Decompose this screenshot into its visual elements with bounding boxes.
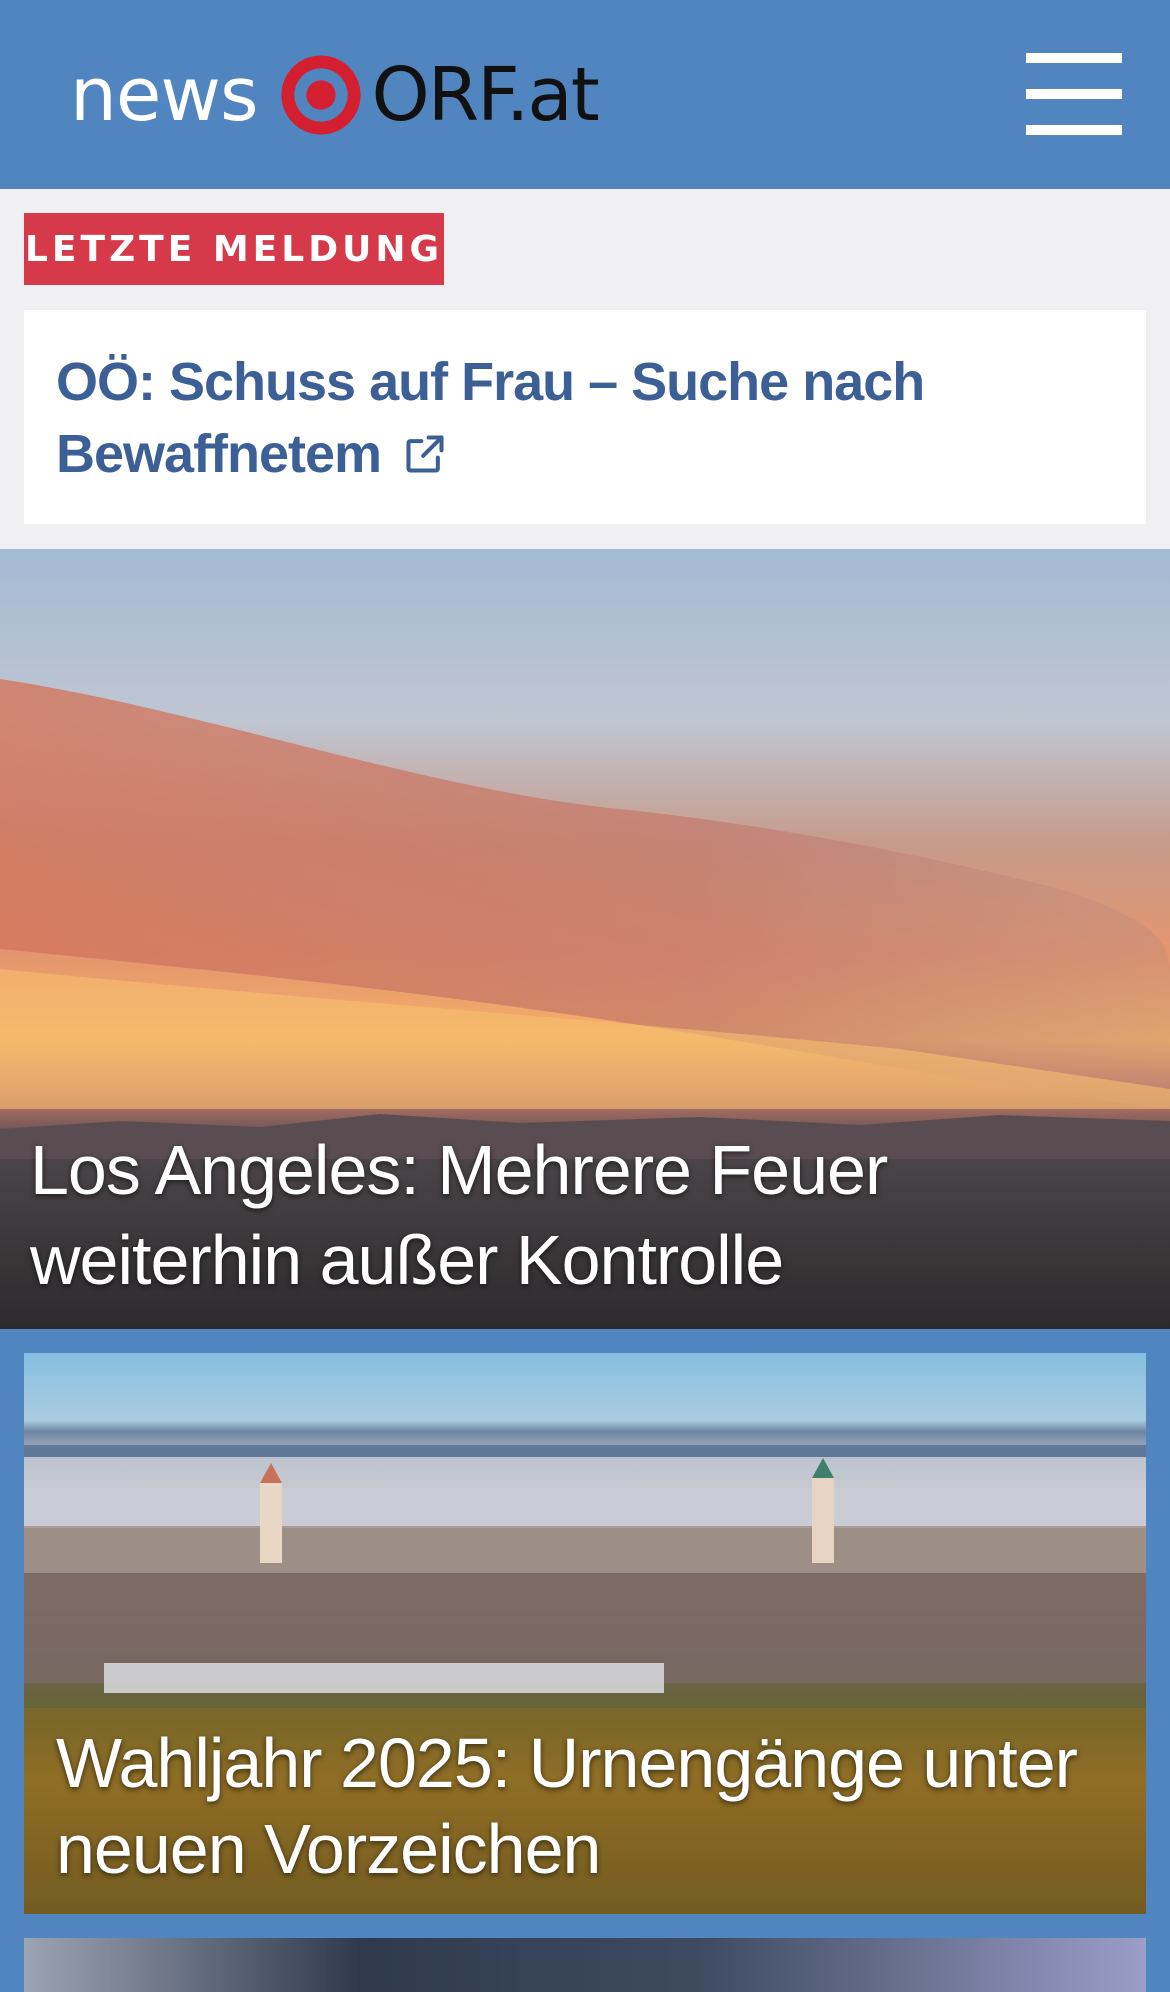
lead-story-title: Los Angeles: Mehrere Feuer weiterhin auß… — [30, 1131, 888, 1299]
menu-bar-bottom — [1026, 125, 1122, 135]
orf-target-icon — [280, 55, 361, 135]
logo-news-text: news — [70, 52, 259, 138]
story-card[interactable]: Wahljahr 2025: Urnengänge unter neuen Vo… — [24, 1353, 1146, 1914]
lead-story[interactable]: Los Angeles: Mehrere Feuer weiterhin auß… — [0, 549, 1170, 1329]
news-orf-logo[interactable]: news ORF.at — [70, 50, 600, 140]
latest-news-badge: LETZTE MELDUNG — [24, 213, 444, 285]
story-card-partial[interactable] — [24, 1938, 1146, 1992]
latest-news-headline: OÖ: Schuss auf Frau – Suche nach Bewaffn… — [56, 352, 925, 484]
story-card-title: Wahljahr 2025: Urnengänge unter neuen Vo… — [56, 1724, 1078, 1888]
logo-orf-text: ORF.at — [371, 52, 600, 138]
latest-news-link[interactable]: OÖ: Schuss auf Frau – Suche nach Bewaffn… — [56, 346, 1116, 490]
menu-bar-middle — [1026, 89, 1122, 99]
external-link-icon — [406, 435, 444, 473]
menu-bar-top — [1026, 53, 1122, 63]
top-header: news ORF.at — [0, 0, 1170, 189]
latest-news-card: OÖ: Schuss auf Frau – Suche nach Bewaffn… — [24, 310, 1146, 524]
hamburger-menu-icon[interactable] — [1026, 53, 1122, 135]
